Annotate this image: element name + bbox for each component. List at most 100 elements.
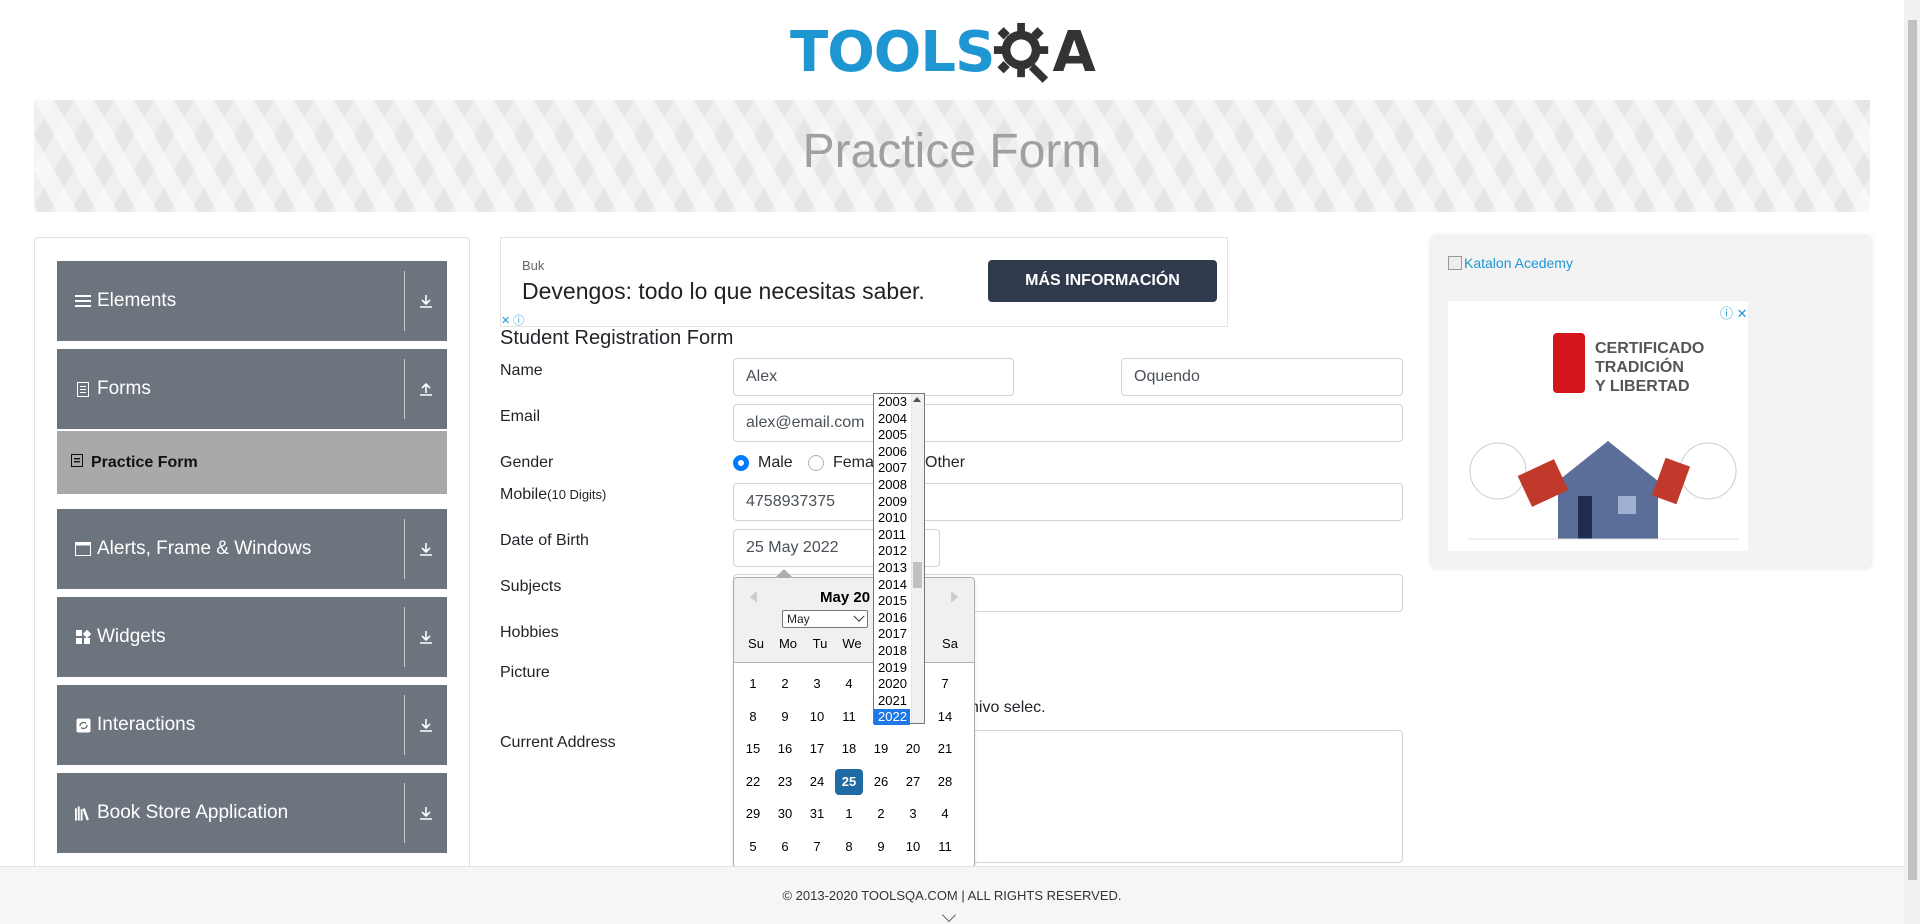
first-name-input[interactable]: Alex (733, 358, 1014, 396)
nav-group-widgets[interactable]: Widgets (57, 597, 447, 677)
ad-cta-button[interactable]: MÁS INFORMACIÓN (988, 260, 1217, 302)
calendar-day[interactable]: 2 (867, 801, 895, 827)
year-option[interactable]: 2003 (878, 394, 907, 410)
calendar-day[interactable]: 4 (931, 801, 959, 827)
year-option[interactable]: 2022 (874, 709, 910, 726)
calendar-day[interactable]: 20 (899, 736, 927, 762)
year-option[interactable]: 2008 (878, 477, 907, 493)
mobile-input[interactable]: 4758937375 (733, 483, 1403, 521)
right-ad[interactable]: Katalon Acedemy CERTIFICADO TRADICIÓN Y … (1432, 237, 1870, 567)
last-name-input[interactable]: Oquendo (1121, 358, 1403, 396)
ad-choices-icon[interactable]: ✕ ⓘ (501, 312, 524, 328)
calendar-day[interactable]: 24 (803, 769, 831, 795)
gender-radio-male[interactable]: Male (733, 454, 793, 472)
year-option[interactable]: 2012 (878, 543, 907, 559)
year-option[interactable]: 2004 (878, 411, 907, 427)
calendar-day[interactable]: 18 (835, 736, 863, 762)
calendar-day[interactable]: 8 (739, 704, 767, 730)
year-select-list[interactable]: 2003 2004 2005 2006 2007 2008 2009 2010 2011 2012… (873, 393, 925, 726)
calendar-day[interactable]: 21 (931, 736, 959, 762)
radio-button[interactable] (808, 455, 824, 471)
calendar-day[interactable]: 6 (771, 834, 799, 860)
download-arrow-icon[interactable] (414, 801, 438, 825)
calendar-day[interactable]: 25 (835, 768, 863, 795)
datepicker-popup: May 20 May Su Mo Tu We Sa 1 2 3 4 7 8 9 10 11 14 1… (733, 569, 975, 868)
calendar-day[interactable]: 10 (803, 704, 831, 730)
year-option[interactable]: 2006 (878, 444, 907, 460)
year-option[interactable]: 2015 (878, 593, 907, 609)
scrollbar-thumb[interactable] (913, 562, 922, 588)
ad-creative[interactable]: CERTIFICADO TRADICIÓN Y LIBERTAD (1448, 301, 1748, 551)
calendar-day[interactable]: 3 (899, 801, 927, 827)
calendar-day[interactable]: 3 (803, 671, 831, 697)
sidebar-item-practice-form[interactable]: Practice Form (57, 431, 447, 494)
email-input[interactable]: alex@email.com (733, 404, 1403, 442)
year-option[interactable]: 2014 (878, 577, 907, 593)
year-option[interactable]: 2017 (878, 626, 907, 642)
nav-group-forms[interactable]: Forms (57, 349, 447, 429)
gender-radio-other[interactable]: Other (925, 454, 965, 472)
nav-group-elements[interactable]: Elements (57, 261, 447, 341)
calendar-day[interactable]: 28 (931, 769, 959, 795)
calendar-day[interactable]: 11 (931, 834, 959, 860)
scrollbar-thumb[interactable] (1908, 20, 1917, 880)
year-option[interactable]: 2010 (878, 510, 907, 526)
nav-group-interactions[interactable]: Interactions (57, 685, 447, 765)
year-option[interactable]: 2019 (878, 660, 907, 676)
calendar-day[interactable]: 16 (771, 736, 799, 762)
year-option[interactable]: 2013 (878, 560, 907, 576)
calendar-day[interactable]: 30 (771, 801, 799, 827)
calendar-day[interactable]: 17 (803, 736, 831, 762)
chevron-down-icon[interactable] (941, 907, 957, 923)
download-arrow-icon[interactable] (414, 713, 438, 737)
calendar-day[interactable]: 31 (803, 801, 831, 827)
year-option[interactable]: 2005 (878, 427, 907, 443)
ad-headline[interactable]: Devengos: todo lo que necesitas saber. (522, 278, 925, 305)
calendar-day[interactable]: 9 (771, 704, 799, 730)
prev-month-icon[interactable] (750, 591, 757, 603)
year-option[interactable]: 2018 (878, 643, 907, 659)
scrollbar[interactable] (911, 394, 924, 723)
year-option[interactable]: 2007 (878, 460, 907, 476)
calendar-day[interactable]: 2 (771, 671, 799, 697)
calendar-day[interactable]: 23 (771, 769, 799, 795)
year-option[interactable]: 2016 (878, 610, 907, 626)
calendar-day[interactable]: 5 (739, 834, 767, 860)
radio-button[interactable] (733, 455, 749, 471)
calendar-day[interactable]: 1 (739, 671, 767, 697)
calendar-day[interactable]: 27 (899, 769, 927, 795)
calendar-day[interactable]: 8 (835, 834, 863, 860)
download-arrow-icon[interactable] (414, 625, 438, 649)
year-option[interactable]: 2021 (878, 693, 907, 709)
calendar-day[interactable]: 7 (931, 671, 959, 697)
broken-image-link[interactable]: Katalon Acedemy (1448, 255, 1573, 271)
year-option[interactable]: 2009 (878, 494, 907, 510)
toolsqa-logo[interactable]: TOOLS A (790, 14, 1120, 90)
gender-radio-female[interactable]: Femal (808, 454, 877, 472)
download-arrow-icon[interactable] (414, 537, 438, 561)
calendar-day[interactable]: 10 (899, 834, 927, 860)
calendar-day[interactable]: 7 (803, 834, 831, 860)
year-option[interactable]: 2011 (878, 527, 906, 543)
calendar-day[interactable]: 1 (835, 801, 863, 827)
nav-group-alerts[interactable]: Alerts, Frame & Windows (57, 509, 447, 589)
calendar-day[interactable]: 26 (867, 769, 895, 795)
year-option[interactable]: 2020 (878, 676, 907, 692)
upload-arrow-icon[interactable] (414, 377, 438, 401)
calendar-day[interactable]: 11 (835, 704, 863, 730)
calendar-day[interactable]: 29 (739, 801, 767, 827)
nav-group-book-store[interactable]: Book Store Application (57, 773, 447, 853)
scroll-up-icon[interactable] (913, 397, 921, 402)
calendar-day[interactable]: 4 (835, 671, 863, 697)
ad-info-close-icon[interactable]: ⓘ ✕ (1720, 303, 1748, 322)
calendar-day[interactable]: 22 (739, 769, 767, 795)
month-select[interactable]: May (782, 610, 868, 628)
calendar-day[interactable]: 15 (739, 736, 767, 762)
next-month-icon[interactable] (951, 591, 958, 603)
page-scrollbar[interactable] (1904, 0, 1920, 924)
download-arrow-icon[interactable] (414, 289, 438, 313)
calendar-day[interactable]: 9 (867, 834, 895, 860)
top-ad-banner[interactable]: Buk Devengos: todo lo que necesitas sabe… (500, 237, 1228, 327)
calendar-day[interactable]: 19 (867, 736, 895, 762)
calendar-day[interactable]: 14 (931, 704, 959, 730)
